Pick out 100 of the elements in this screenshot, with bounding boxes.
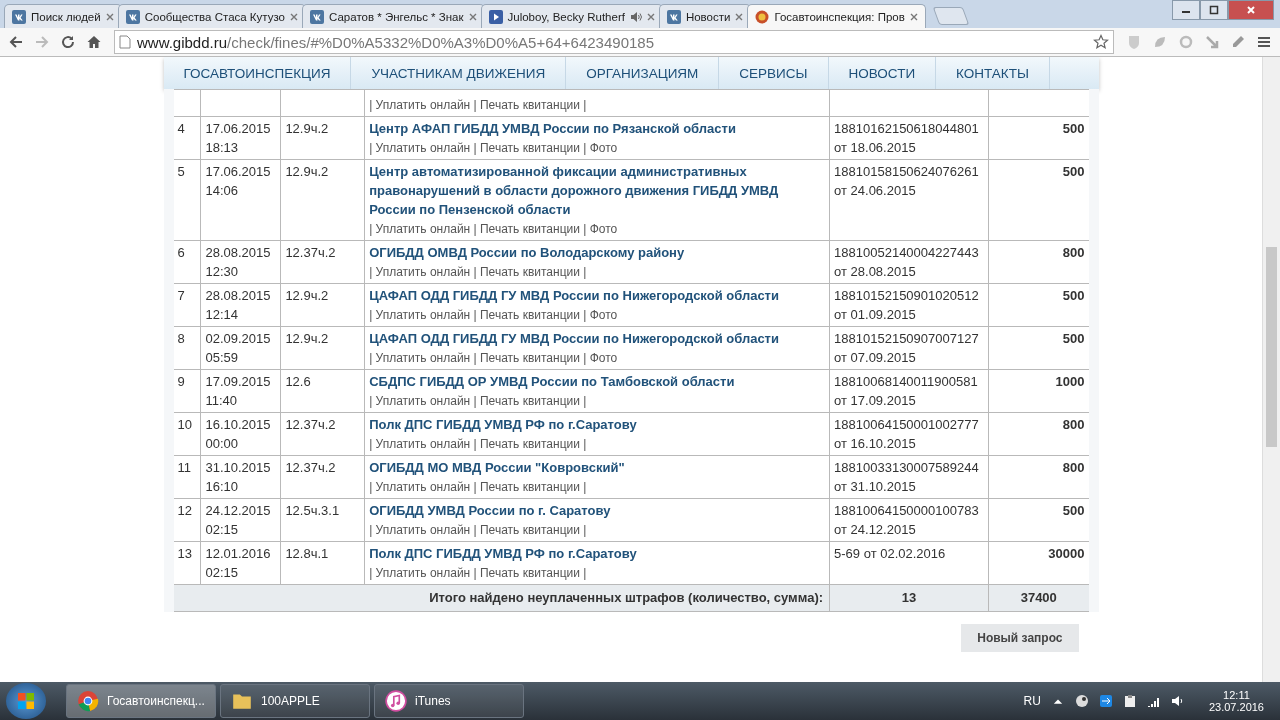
address-bar[interactable]: www.gibdd.ru/check/fines/#%D0%A5332%D0%A3%D0%A5+64+6423490185 — [114, 30, 1114, 54]
decree-number: 18810052140004227443 — [834, 244, 980, 262]
article-code: 12.37ч.2 — [285, 417, 336, 432]
department-name: Центр АФАП ГИБДД УМВД России по Рязанской области — [369, 120, 737, 138]
decree-number: 18810064150001002777 — [834, 416, 980, 434]
payment-links[interactable]: | Уплатить онлайн | Печать квитанции | — [369, 480, 587, 494]
decree-number: 18810162150618044801 — [834, 120, 980, 138]
article-code: 12.6 — [285, 374, 311, 389]
decree-date: от 07.09.2015 — [834, 349, 917, 367]
article-code: 12.5ч.3.1 — [285, 503, 340, 518]
violation-date: 17.09.2015 — [205, 373, 272, 391]
fine-amount: 800 — [1062, 245, 1085, 260]
article-code: 12.37ч.2 — [285, 460, 336, 475]
violation-date: 12.01.2016 — [205, 545, 272, 563]
decree-date: от 24.06.2015 — [834, 182, 917, 200]
row-number: 11 — [177, 460, 191, 475]
violation-time: 02:15 — [205, 564, 239, 582]
decree-number: 18810033130007589244 — [834, 459, 980, 477]
row-number: 9 — [177, 374, 185, 389]
decree-date: от 24.12.2015 — [834, 521, 917, 539]
total-label: Итого найдено неуплаченных штрафов (количество, сумма): — [429, 590, 824, 605]
violation-date: 17.06.2015 — [205, 163, 272, 181]
row-number: 10 — [177, 417, 192, 432]
department-name: Центр автоматизированной фиксации административных правонарушений в области дорожного движения ГИБДД УМВД России по Пензенской области — [369, 163, 780, 219]
decree-date: от 16.10.2015 — [834, 435, 917, 453]
payment-links[interactable]: | Уплатить онлайн | Печать квитанции | Фото — [369, 308, 618, 322]
decree-number: 18810064150000100783 — [834, 502, 980, 520]
decree-date: от 31.10.2015 — [834, 478, 917, 496]
violation-date: 16.10.2015 — [205, 416, 272, 434]
violation-date: 28.08.2015 — [205, 244, 272, 262]
payment-links[interactable]: | Уплатить онлайн | Печать квитанции | — [369, 265, 587, 279]
department-name: ОГИБДД ОМВД России по Володарскому району — [369, 244, 686, 262]
decree-number: 18810152150907007127 — [834, 330, 980, 348]
tab-title: Сообщества Стаса Кутузо — [144, 10, 285, 23]
payment-links[interactable]: | Уплатить онлайн | Печать квитанции | Фото — [369, 351, 618, 365]
browser-tab[interactable]: Госавтоинспекция: Пров — [747, 4, 926, 28]
violation-time: 16:10 — [205, 478, 239, 496]
fine-amount: 800 — [1062, 417, 1085, 432]
article-code: 12.9ч.2 — [285, 164, 329, 179]
payment-links[interactable]: | Уплатить онлайн | Печать квитанции | — [369, 437, 587, 451]
decree-date: от 17.09.2015 — [834, 392, 917, 410]
violation-time: 12:14 — [205, 306, 239, 324]
row-number: 6 — [177, 245, 185, 260]
decree-date: от 01.09.2015 — [834, 306, 917, 324]
payment-links[interactable]: | Уплатить онлайн | Печать квитанции | Фото — [369, 222, 618, 236]
fine-amount: 800 — [1062, 460, 1085, 475]
article-code: 12.8ч.1 — [285, 546, 329, 561]
fine-amount: 500 — [1062, 288, 1085, 303]
total-count: 13 — [901, 590, 917, 605]
article-code: 12.9ч.2 — [285, 331, 329, 346]
row-number: 13 — [177, 546, 192, 561]
new-request-button[interactable]: Новый запрос — [961, 624, 1079, 652]
row-number: 8 — [177, 331, 185, 346]
department-name: СБДПС ГИБДД ОР УМВД России по Тамбовской области — [369, 373, 736, 391]
payment-links[interactable]: | Уплатить онлайн | Печать квитанции | — [369, 566, 587, 580]
fine-amount: 500 — [1062, 121, 1085, 136]
taskbar-button[interactable]: iTunes — [374, 684, 524, 718]
payment-links[interactable]: | Уплатить онлайн | Печать квитанции | — [369, 394, 587, 408]
clock-time: 12:11 — [1223, 689, 1250, 701]
violation-time: 11:40 — [205, 392, 239, 410]
taskbar-button[interactable]: Госавтоинспекц... — [66, 684, 216, 718]
decree-date: от 18.06.2015 — [834, 139, 917, 157]
fine-amount: 500 — [1062, 503, 1085, 518]
payment-links[interactable]: | Уплатить онлайн | Печать квитанции | Фото — [369, 141, 618, 155]
department-name: ОГИБДД УМВД России по г. Саратову — [369, 502, 612, 520]
tab-title: Поиск людей — [31, 10, 101, 23]
violation-time: 14:06 — [205, 182, 239, 200]
decree-number: 5-69 от 02.02.2016 — [834, 545, 947, 563]
tab-title: Новости — [685, 10, 731, 23]
violation-time: 12:30 — [205, 263, 239, 281]
department-name: Полк ДПС ГИБДД УМВД РФ по г.Саратову — [369, 416, 638, 434]
article-code: 12.37ч.2 — [285, 245, 336, 260]
decree-number: 18810068140011900581 — [834, 373, 979, 391]
article-code: 12.9ч.2 — [285, 288, 329, 303]
violation-date: 24.12.2015 — [205, 502, 272, 520]
tab-title: Госавтоинспекция: Пров — [774, 10, 905, 23]
total-sum: 37400 — [1020, 590, 1057, 605]
department-name: ЦАФАП ОДД ГИБДД ГУ МВД России по Нижегородской области — [369, 330, 780, 348]
row-number: 7 — [177, 288, 185, 303]
clock-date: 23.07.2016 — [1208, 701, 1264, 713]
fine-amount: 500 — [1062, 164, 1085, 179]
clock[interactable]: 12:11 23.07.2016 — [1208, 689, 1264, 713]
violation-date: 28.08.2015 — [205, 287, 272, 305]
department-name: ОГИБДД МО МВД России "Ковровский" — [369, 459, 626, 477]
violation-time: 02:15 — [205, 521, 239, 539]
fine-amount: 500 — [1062, 331, 1085, 346]
language-indicator[interactable]: RU — [1023, 694, 1041, 708]
tab-title: Juloboy, Becky Rutherf — [507, 10, 625, 23]
fine-amount: 30000 — [1048, 546, 1085, 561]
taskbar-button[interactable]: 100APPLE — [220, 684, 370, 718]
department-name: ЦАФАП ОДД ГИБДД ГУ МВД России по Нижегородской области — [369, 287, 780, 305]
decree-date: от 28.08.2015 — [834, 263, 917, 281]
violation-date: 02.09.2015 — [205, 330, 272, 348]
article-code: 12.9ч.2 — [285, 121, 329, 136]
violation-time: 18:13 — [205, 139, 239, 157]
row-number: 12 — [177, 503, 192, 518]
violation-time: 00:00 — [205, 435, 239, 453]
violation-date: 31.10.2015 — [205, 459, 272, 477]
payment-links[interactable]: | Уплатить онлайн | Печать квитанции | — [369, 523, 587, 537]
department-name: Полк ДПС ГИБДД УМВД РФ по г.Саратову — [369, 545, 638, 563]
